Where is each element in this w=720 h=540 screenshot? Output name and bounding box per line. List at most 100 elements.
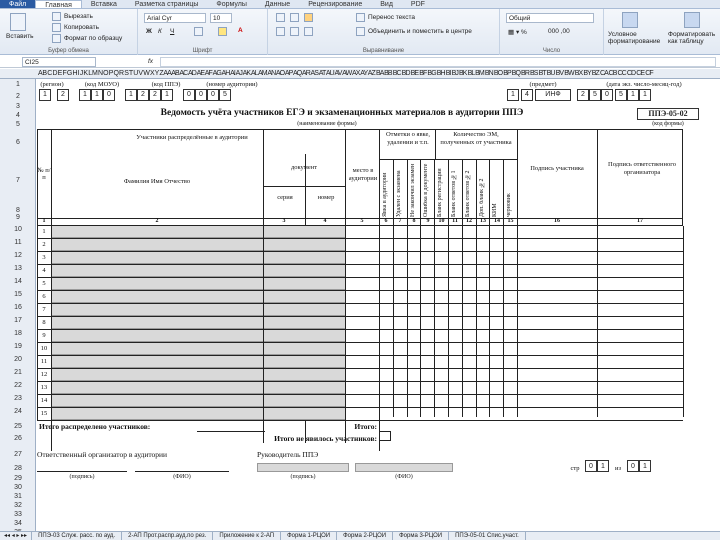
cut-button[interactable]: Вырезать — [64, 13, 93, 20]
row2-box[interactable]: 5 — [219, 89, 231, 101]
table-row[interactable]: 5 — [37, 278, 683, 291]
align-center-icon[interactable] — [290, 27, 299, 36]
row2-box[interactable]: 0 — [103, 89, 115, 101]
align-top-icon[interactable] — [276, 13, 285, 22]
table-row[interactable]: 1 — [37, 226, 683, 239]
row2-right-box[interactable]: 5 — [615, 89, 627, 101]
tab-file[interactable]: Файл — [0, 0, 36, 8]
row2-box[interactable]: 2 — [149, 89, 161, 101]
tab-page-layout[interactable]: Разметка страницы — [126, 0, 208, 8]
page-total-1[interactable]: 1 — [639, 460, 651, 472]
row2-right-box[interactable]: 0 — [601, 89, 613, 101]
decimal-icon[interactable]: 000 ,00 — [548, 28, 570, 35]
fx-icon[interactable]: fx — [148, 58, 153, 65]
tab-formulas[interactable]: Формулы — [207, 0, 255, 8]
tab-pdf[interactable]: PDF — [402, 0, 434, 8]
format-table-icon[interactable] — [684, 12, 700, 28]
row2-box[interactable]: 1 — [161, 89, 173, 101]
format-painter-icon[interactable] — [52, 34, 61, 43]
row2-box[interactable]: 1 — [125, 89, 137, 101]
font-size-select[interactable]: 10 — [210, 13, 232, 23]
organizer-fio-line[interactable] — [135, 471, 229, 472]
distributed-value[interactable] — [197, 422, 265, 432]
row2-box[interactable]: 2 — [57, 89, 69, 101]
paste-button[interactable]: Вставить — [6, 33, 34, 40]
table-row[interactable]: 10 — [37, 343, 683, 356]
table-row[interactable]: 13 — [37, 382, 683, 395]
format-table-button[interactable]: Форматировать как таблицу — [668, 31, 720, 45]
column-letters[interactable]: A B C D E F G H I J K L M N O P Q R S T … — [38, 70, 718, 77]
sheet-tab[interactable]: 2-АП Прот.распр.ауд.по рез. — [122, 532, 214, 540]
table-row[interactable]: 2 — [37, 239, 683, 252]
row2-box[interactable]: 0 — [207, 89, 219, 101]
row2-right-box[interactable]: 1 — [627, 89, 639, 101]
paste-icon[interactable] — [10, 13, 26, 31]
fill-color-icon[interactable] — [218, 27, 227, 36]
format-painter-button[interactable]: Формат по образцу — [64, 35, 122, 42]
align-left-icon[interactable] — [276, 27, 285, 36]
table-row[interactable]: 9 — [37, 330, 683, 343]
merge-center-icon[interactable] — [356, 27, 365, 36]
conditional-format-button[interactable]: Условное форматирование — [608, 31, 668, 45]
tab-view[interactable]: Вид — [371, 0, 402, 8]
row2-right-box[interactable]: 5 — [589, 89, 601, 101]
wrap-text-icon[interactable] — [356, 13, 365, 22]
table-row[interactable]: 11 — [37, 356, 683, 369]
italic-icon[interactable]: К — [158, 28, 162, 35]
absent-value[interactable] — [379, 431, 391, 441]
sheet-tab[interactable]: ППЭ-03 Служ. расс. по ауд. — [32, 532, 123, 540]
row2-right-box[interactable]: 2 — [577, 89, 589, 101]
row2-right-box[interactable]: 1 — [507, 89, 519, 101]
merge-center-button[interactable]: Объединить и поместить в центре — [368, 28, 472, 35]
copy-icon[interactable] — [52, 23, 61, 32]
row2-right-box[interactable]: 1 — [639, 89, 651, 101]
head-fio-field[interactable] — [355, 463, 453, 472]
table-row[interactable]: 12 — [37, 369, 683, 382]
table-row[interactable]: 15 — [37, 408, 683, 421]
number-format-select[interactable]: Общий — [506, 13, 594, 23]
sheet-tab[interactable]: Приложение к 2-АП — [213, 532, 282, 540]
row2-right-box[interactable]: 4 — [521, 89, 533, 101]
table-row[interactable]: 7 — [37, 304, 683, 317]
organizer-signature-line[interactable] — [37, 471, 127, 472]
row2-right-box[interactable]: ИНФ — [535, 89, 571, 101]
sheet-grid[interactable]: (регион) (код МОУО) (код ППЭ) (номер ауд… — [37, 79, 720, 531]
table-row[interactable]: 3 — [37, 252, 683, 265]
tab-home[interactable]: Главная — [35, 0, 82, 9]
row2-box[interactable]: 1 — [39, 89, 51, 101]
table-row[interactable]: 4 — [37, 265, 683, 278]
cut-icon[interactable] — [52, 12, 61, 21]
bold-icon[interactable]: Ж — [146, 28, 152, 35]
align-right-icon[interactable] — [304, 27, 313, 36]
page-num-1[interactable]: 1 — [597, 460, 609, 472]
row2-box[interactable]: 0 — [195, 89, 207, 101]
align-bottom-icon[interactable] — [304, 13, 313, 22]
borders-icon[interactable] — [194, 27, 203, 36]
sheet-tab[interactable]: Форма 2-РЦОИ — [337, 532, 394, 540]
tab-review[interactable]: Рецензирование — [299, 0, 371, 8]
sheet-nav-icon[interactable]: ◂◂ ◂ ▸ ▸▸ — [0, 532, 33, 540]
copy-button[interactable]: Копировать — [64, 24, 99, 31]
underline-icon[interactable]: Ч — [170, 28, 174, 35]
row2-box[interactable]: 1 — [79, 89, 91, 101]
currency-icon[interactable]: ▦ ▾ % — [508, 28, 527, 36]
row2-box[interactable]: 2 — [137, 89, 149, 101]
page-num-0[interactable]: 0 — [585, 460, 597, 472]
sheet-tab[interactable]: Форма 1-РЦОИ — [281, 532, 338, 540]
name-box[interactable]: CI25 — [22, 57, 96, 67]
page-total-0[interactable]: 0 — [627, 460, 639, 472]
table-row[interactable]: 6 — [37, 291, 683, 304]
formula-input[interactable] — [160, 57, 716, 67]
sheet-tab[interactable]: Форма 3-РЦОИ — [393, 532, 450, 540]
conditional-format-icon[interactable] — [622, 12, 638, 28]
font-color-icon[interactable]: A — [238, 27, 243, 34]
tab-insert[interactable]: Вставка — [82, 0, 126, 8]
table-row[interactable]: 8 — [37, 317, 683, 330]
sheet-tab[interactable]: ППЭ-05-01 Спис.участ. — [449, 532, 526, 540]
align-middle-icon[interactable] — [290, 13, 299, 22]
tab-data[interactable]: Данные — [256, 0, 299, 8]
font-name-select[interactable]: Arial Cyr — [144, 13, 206, 23]
row2-box[interactable]: 1 — [91, 89, 103, 101]
head-signature-field[interactable] — [257, 463, 349, 472]
table-row[interactable]: 14 — [37, 395, 683, 408]
